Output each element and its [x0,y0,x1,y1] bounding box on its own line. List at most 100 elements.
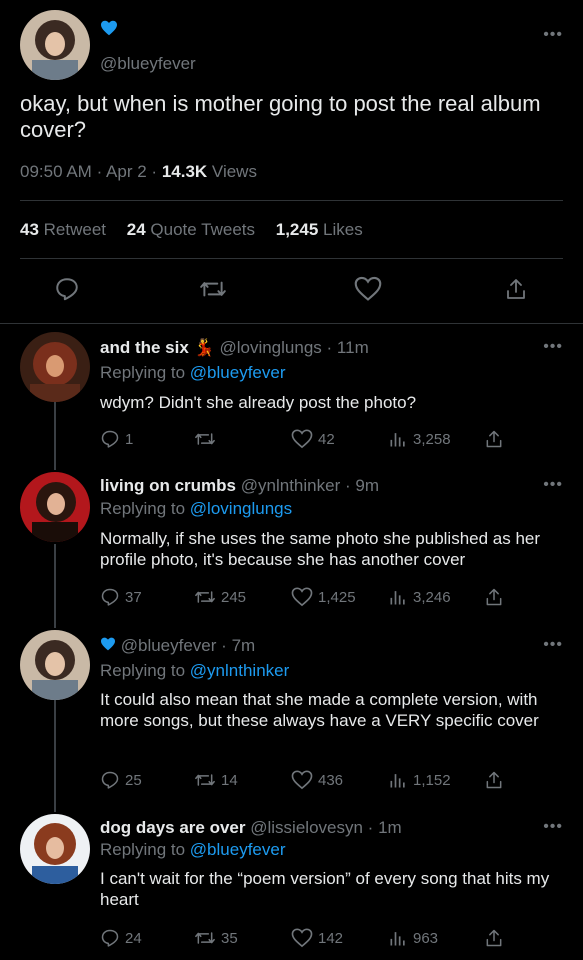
views-button[interactable]: 3,258 [388,429,451,449]
share-button[interactable] [484,587,504,607]
retweet-button[interactable]: 245 [194,587,246,607]
reply-time[interactable]: 7m [232,636,256,655]
share-button[interactable] [484,429,504,449]
views-button[interactable]: 963 [388,928,438,948]
views-label: Views [211,162,257,181]
views-button[interactable]: 3,246 [388,587,451,607]
share-icon [507,279,525,299]
avatar-image [20,472,90,542]
retweets-count: 43 [20,220,39,239]
meta-separator: · [96,162,103,181]
more-options-icon[interactable]: ••• [543,476,563,494]
share-button[interactable] [484,928,504,948]
reply-handle[interactable]: @lissielovesyn [250,818,363,837]
tweet-meta: 09:50 AM · Apr 2 · 14.3K Views [20,162,257,182]
display-name[interactable]: and the six [100,338,189,357]
avatar-image [20,332,90,402]
views-count: 963 [413,929,439,947]
retweet-icon [195,591,215,603]
reply-time[interactable]: 11m [337,338,369,357]
replying-to-handle[interactable]: @blueyfever [190,840,286,859]
reply-button[interactable]: 24 [100,928,142,948]
reply-handle[interactable]: @blueyfever [121,636,217,655]
avatar-image [20,814,90,884]
like-count: 42 [318,430,335,448]
views-icon [390,932,405,946]
divider [20,258,563,259]
reply-icon [56,278,78,301]
reply-button[interactable]: 25 [100,770,142,790]
avatar[interactable] [20,472,90,542]
reply-time[interactable]: 1m [378,818,402,837]
more-options-icon[interactable]: ••• [543,338,563,356]
reply-icon [101,588,119,606]
meta-separator: · [151,162,158,181]
replying-to: Replying to @blueyfever [100,363,286,383]
views-button[interactable]: 1,152 [388,770,451,790]
reply-text: wdym? Didn't she already post the photo? [100,393,417,412]
replying-to-prefix: Replying to [100,363,186,382]
share-icon [486,771,502,789]
tweet-date[interactable]: Apr 2 [106,162,147,181]
tweet-time[interactable]: 09:50 AM [20,162,92,181]
thread-line [54,700,56,812]
replying-to-handle[interactable]: @ynlnthinker [190,661,289,680]
like-count: 436 [318,771,344,789]
more-options-icon[interactable]: ••• [543,636,563,654]
views-count: 1,152 [413,771,451,789]
reply-count: 1 [125,430,134,448]
retweet-icon [200,281,226,297]
share-icon [486,929,502,947]
share-button[interactable] [504,276,528,302]
avatar[interactable] [20,332,90,402]
main-tweet-handle[interactable]: @blueyfever [100,54,196,74]
quotes-count: 24 [126,220,146,239]
like-button[interactable]: 142 [291,928,343,948]
likes-stat[interactable]: 1,245 Likes [276,220,363,239]
more-options-icon[interactable]: ••• [543,26,563,44]
replying-to-handle[interactable]: @blueyfever [190,363,286,382]
avatar[interactable] [20,630,90,700]
views-count: 3,258 [413,430,451,448]
like-count: 1,425 [318,588,356,606]
share-button[interactable] [484,770,504,790]
like-button[interactable]: 1,425 [291,587,356,607]
display-name[interactable]: dog days are over [100,818,246,837]
reply-handle[interactable]: @lovinglungs [219,338,321,357]
heart-icon [291,587,313,607]
name-emoji: 💃 [193,338,215,357]
retweet-count: 245 [221,588,247,606]
replying-to-handle[interactable]: @lovinglungs [190,499,292,518]
retweet-button[interactable]: 35 [194,928,238,948]
reply-button[interactable]: 37 [100,587,142,607]
replying-to-prefix: Replying to [100,840,186,859]
reply-time[interactable]: 9m [355,476,379,495]
retweet-button[interactable] [194,429,221,449]
like-button[interactable]: 436 [291,770,343,790]
heart-icon [354,276,382,301]
retweet-button[interactable]: 14 [194,770,238,790]
meta-separator: · [326,338,333,357]
retweet-icon [195,932,215,944]
retweets-stat[interactable]: 43 Retweet [20,220,111,239]
more-options-icon[interactable]: ••• [543,818,563,836]
quotes-stat[interactable]: 24 Quote Tweets [127,220,260,239]
retweet-button[interactable] [199,276,227,302]
avatar[interactable] [20,814,90,884]
reply-button[interactable]: 1 [100,429,133,449]
like-button[interactable]: 42 [291,429,335,449]
reply-handle[interactable]: @ynlnthinker [241,476,340,495]
display-name[interactable]: living on crumbs [100,476,236,495]
replying-to: Replying to @blueyfever [100,840,286,860]
divider [0,323,583,324]
reply-button[interactable] [54,276,80,302]
reply-header: and the six 💃 @lovinglungs · 11m [100,338,369,358]
like-button[interactable] [354,276,382,302]
tweet-stats: 43 Retweet 24 Quote Tweets 1,245 Likes [20,220,379,240]
reply-text: I can't wait for the “poem version” of e… [100,869,550,909]
thread-line [54,544,56,628]
reply-actions: 24 35 142 963 [100,928,520,952]
avatar[interactable] [20,10,90,80]
views-icon [390,774,405,788]
replying-to-prefix: Replying to [100,661,186,680]
